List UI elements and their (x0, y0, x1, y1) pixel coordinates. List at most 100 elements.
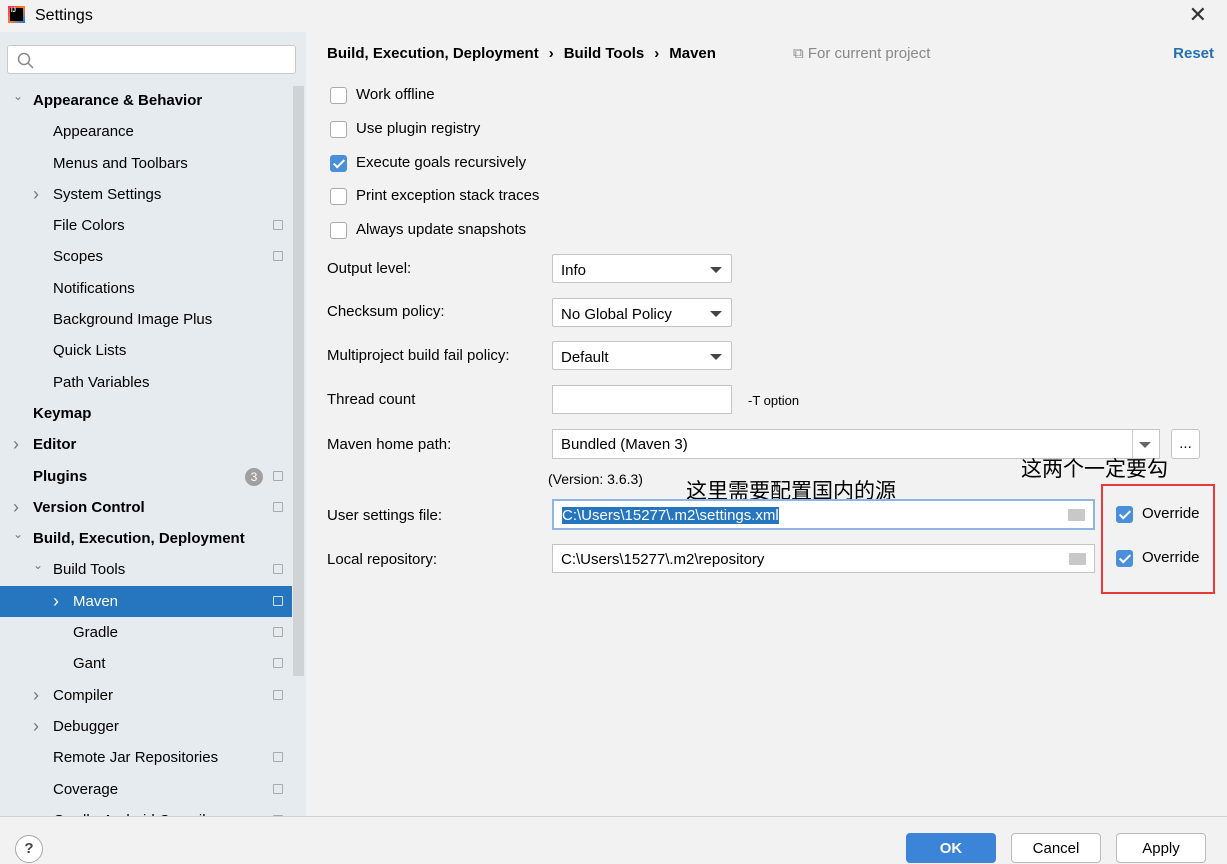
update-count-badge: 3 (245, 467, 263, 486)
chevron-down-icon[interactable]: ⌄ (13, 519, 23, 550)
folder-icon[interactable] (1068, 509, 1085, 521)
settings-tree: ⌄ Appearance & Behavior Appearance Menus an… (0, 85, 292, 816)
breadcrumb-item[interactable]: Build, Execution, Deployment (327, 45, 539, 62)
ok-button[interactable]: OK (906, 833, 996, 863)
sidebar-item-remote-jar-repositories[interactable]: Remote Jar Repositories (0, 742, 292, 773)
sidebar-item-quick-lists[interactable]: Quick Lists (0, 335, 292, 366)
copy-icon: ⧉ (793, 45, 808, 62)
project-scope-icon (273, 595, 283, 606)
project-scope-icon (273, 251, 283, 262)
folder-icon[interactable] (1069, 553, 1086, 565)
checkbox-work-offline[interactable]: Work offline (330, 86, 560, 106)
dropdown-arrow-icon (710, 311, 722, 317)
project-scope-icon (273, 470, 283, 481)
sidebar-item-label: Scopes (53, 248, 104, 266)
sidebar-item-label: Debugger (53, 717, 119, 735)
sidebar-item-gradle[interactable]: Gradle (0, 617, 292, 648)
maven-version-label: (Version: 3.6.3) (548, 471, 643, 487)
sidebar-item-build-execution-deployment[interactable]: ⌄ Build, Execution, Deployment (0, 523, 292, 554)
checksum-policy-select[interactable]: No Global Policy (552, 298, 732, 327)
project-scope-icon (273, 220, 283, 231)
sidebar-item-keymap[interactable]: Keymap (0, 398, 292, 429)
thread-count-input[interactable] (552, 385, 732, 414)
sidebar: ⌄ Appearance & Behavior Appearance Menus an… (0, 32, 306, 816)
sidebar-item-plugins[interactable]: Plugins 3 (0, 461, 292, 492)
sidebar-item-coverage[interactable]: Coverage (0, 774, 292, 805)
chevron-down-icon[interactable]: ⌄ (33, 550, 43, 581)
sidebar-item-label: Plugins (33, 467, 88, 485)
sidebar-item-build-tools[interactable]: ⌄ Build Tools (0, 554, 292, 585)
sidebar-item-label: Appearance & Behavior (33, 92, 203, 109)
checkbox-always-update-snapshots[interactable]: Always update snapshots (330, 221, 560, 241)
sidebar-item-label: Compiler (53, 686, 114, 704)
sidebar-item-menus-and-toolbars[interactable]: Menus and Toolbars (0, 148, 292, 179)
sidebar-item-maven[interactable]: › Maven (0, 585, 292, 618)
annotation-override-note: 这两个一定要勾 (1021, 458, 1168, 481)
fail-policy-label: Multiproject build fail policy: (327, 347, 510, 364)
sidebar-item-label: Quick Lists (53, 342, 127, 360)
sidebar-item-label: Editor (33, 436, 77, 454)
cancel-button[interactable]: Cancel (1011, 833, 1101, 863)
sidebar-item-label: Gant (73, 655, 106, 673)
user-settings-input[interactable]: C:\Users\15277\.m2\settings.xml (552, 499, 1095, 530)
local-repo-input[interactable]: C:\Users\15277\.m2\repository (552, 544, 1095, 573)
maven-settings-panel: Build, Execution, Deployment › Build Tools… (306, 32, 1227, 816)
sidebar-item-label: Version Control (33, 498, 145, 516)
dropdown-arrow-icon (710, 267, 722, 273)
chevron-right-icon[interactable]: › (33, 711, 39, 742)
browse-maven-home-button[interactable]: ... (1171, 429, 1200, 459)
chevron-right-icon[interactable]: › (33, 680, 39, 711)
chevron-right-icon[interactable]: › (33, 179, 39, 210)
local-repo-label: Local repository: (327, 551, 438, 568)
help-button[interactable]: ? (15, 835, 43, 863)
sidebar-item-appearance-behavior[interactable]: ⌄ Appearance & Behavior (0, 85, 292, 116)
sidebar-item-compiler[interactable]: › Compiler (0, 680, 292, 711)
sidebar-item-label: Gradle-Android Compiler (53, 805, 219, 816)
sidebar-item-notifications[interactable]: Notifications (0, 273, 292, 304)
sidebar-item-path-variables[interactable]: Path Variables (0, 367, 292, 398)
output-level-select[interactable]: Info (552, 254, 732, 283)
sidebar-item-version-control[interactable]: › Version Control (0, 492, 292, 523)
reset-link[interactable]: Reset (1173, 45, 1214, 62)
maven-home-label: Maven home path: (327, 436, 452, 453)
sidebar-item-debugger[interactable]: › Debugger (0, 711, 292, 742)
sidebar-item-gradle-android-compiler[interactable]: Gradle-Android Compiler (0, 805, 292, 816)
search-icon (17, 52, 34, 69)
sidebar-item-system-settings[interactable]: › System Settings (0, 179, 292, 210)
sidebar-item-label: Appearance (53, 123, 134, 141)
annotation-highlight-box (1101, 484, 1215, 594)
sidebar-item-label: Keymap (33, 404, 92, 422)
sidebar-item-label: System Settings (53, 185, 162, 203)
project-scope-icon (273, 689, 283, 700)
sidebar-item-background-image-plus[interactable]: Background Image Plus (0, 304, 292, 335)
sidebar-item-scopes[interactable]: Scopes (0, 241, 292, 272)
sidebar-item-editor[interactable]: › Editor (0, 429, 292, 460)
intellij-logo-icon: IJ (8, 6, 25, 23)
user-settings-label: User settings file: (327, 507, 443, 524)
sidebar-scrollbar[interactable] (293, 86, 304, 676)
sidebar-item-appearance[interactable]: Appearance (0, 116, 292, 147)
project-scope-icon (273, 627, 283, 638)
dialog-footer: ? OK Cancel Apply (0, 816, 1227, 863)
checkbox-print-exception-stack-traces[interactable]: Print exception stack traces (330, 187, 560, 207)
chevron-down-icon[interactable]: ⌄ (13, 81, 23, 112)
sidebar-item-gant[interactable]: Gant (0, 648, 292, 679)
apply-button[interactable]: Apply (1116, 833, 1206, 863)
close-icon[interactable]: ✕ (1189, 2, 1207, 28)
breadcrumb-item: Maven (669, 45, 716, 62)
project-scope-icon (273, 658, 283, 669)
sidebar-item-label: Remote Jar Repositories (53, 749, 219, 767)
chevron-right-icon[interactable]: › (13, 429, 19, 460)
sidebar-item-file-colors[interactable]: File Colors (0, 210, 292, 241)
chevron-right-icon[interactable]: › (53, 586, 59, 617)
project-scope-icon (273, 501, 283, 512)
sidebar-item-label: Build, Execution, Deployment (33, 530, 245, 548)
search-input[interactable] (7, 45, 296, 74)
fail-policy-select[interactable]: Default (552, 341, 732, 370)
project-scope-icon (273, 564, 283, 575)
project-scope-icon (273, 783, 283, 794)
checkbox-use-plugin-registry[interactable]: Use plugin registry (330, 120, 560, 140)
breadcrumb-item[interactable]: Build Tools (564, 45, 645, 62)
checkbox-execute-goals-recursively[interactable]: Execute goals recursively (330, 154, 560, 174)
sidebar-item-label: Notifications (53, 279, 135, 297)
